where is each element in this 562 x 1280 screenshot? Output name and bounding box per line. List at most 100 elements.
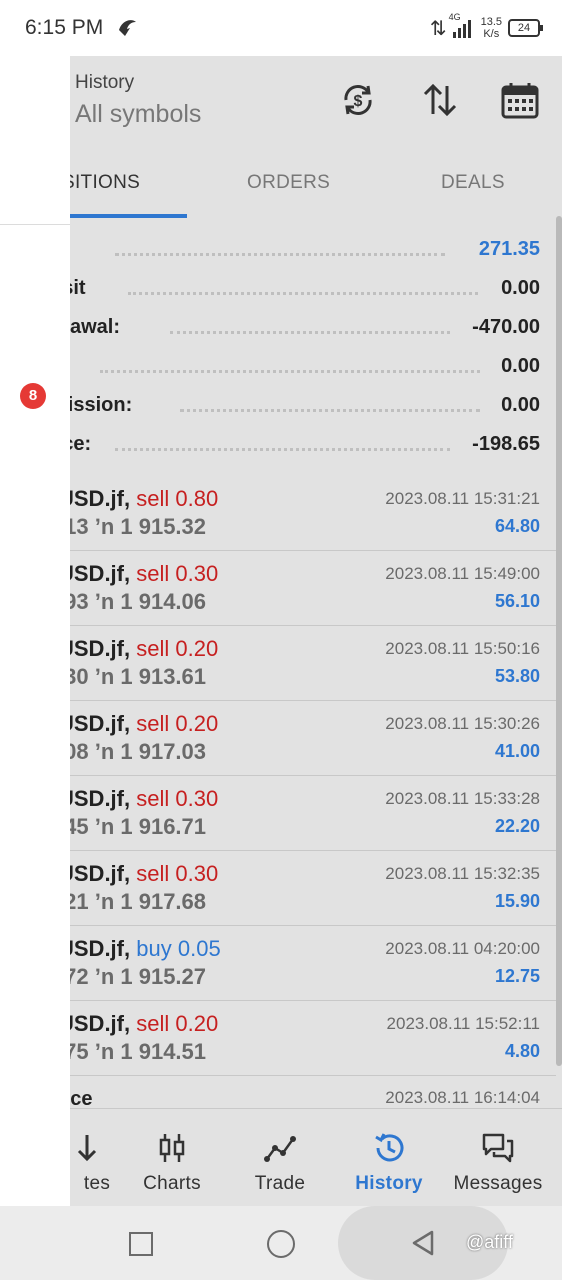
deal-side: sell 0.30 xyxy=(136,861,219,886)
nav-messages[interactable]: Messages xyxy=(444,1109,552,1207)
tab-orders[interactable]: ORDERS xyxy=(247,172,330,194)
deal-row[interactable]: USD.jf, sell 0.80 .13 ʼn 1 915.32 2023.0… xyxy=(70,476,556,551)
summary-value: 271.35 xyxy=(478,238,540,260)
tab-deals[interactable]: DEALS xyxy=(441,172,505,194)
summary-profit: t: 271.35 xyxy=(70,234,540,270)
deal-prices: .30 ʼn 1 913.61 xyxy=(70,664,207,689)
trend-line-icon xyxy=(264,1136,296,1162)
speed-value: 13.5 xyxy=(480,16,502,28)
deal-row[interactable]: USD.jf, sell 0.30 .21 ʼn 1 917.68 2023.0… xyxy=(70,851,556,926)
active-tab-indicator xyxy=(70,214,187,218)
deal-side: sell 0.20 xyxy=(136,1011,219,1036)
dotted-leader xyxy=(115,448,450,451)
summary-label: nce: xyxy=(70,433,92,455)
summary-withdrawal: drawal: -470.00 xyxy=(70,312,540,348)
deal-symbol: USD.jf, buy 0.05 xyxy=(70,936,221,961)
navigation-drawer: 8 xyxy=(0,56,70,1206)
deal-prices: .21 ʼn 1 917.68 xyxy=(70,889,207,914)
deal-symbol: USD.jf, sell 0.80 xyxy=(70,486,219,511)
summary-value: -470.00 xyxy=(472,316,540,338)
calendar-icon[interactable] xyxy=(500,80,540,120)
battery-icon: 24 xyxy=(508,19,543,37)
deal-row[interactable]: USD.jf, sell 0.20 .30 ʼn 1 913.61 2023.0… xyxy=(70,626,556,701)
deal-profit: 22.20 xyxy=(494,816,540,836)
status-indicators: ⇅ 4G 13.5 K/s 24 xyxy=(430,12,543,44)
deal-profit: 4.80 xyxy=(504,1041,540,1061)
deal-prices: .75 ʼn 1 914.51 xyxy=(70,1039,207,1064)
summary-value: 0.00 xyxy=(501,355,540,377)
deal-row[interactable]: USD.jf, sell 0.20 .75 ʼn 1 914.51 2023.0… xyxy=(70,1001,556,1076)
summary-label: mission: xyxy=(70,394,133,416)
deal-profit: 15.90 xyxy=(494,891,540,911)
watermark: @afiff xyxy=(466,1232,513,1252)
summary-commission: mission: 0.00 xyxy=(70,390,540,426)
deal-symbol: USD.jf, sell 0.30 xyxy=(70,786,219,811)
deal-row[interactable]: USD.jf, buy 0.05 .72 ʼn 1 915.27 2023.08… xyxy=(70,926,556,1001)
dotted-leader xyxy=(128,292,478,295)
recents-button[interactable] xyxy=(129,1232,153,1256)
network-type: 4G xyxy=(448,12,461,22)
dotted-leader xyxy=(115,253,445,256)
deal-symbol: USD.jf, sell 0.30 xyxy=(70,861,219,886)
nav-label: Charts xyxy=(143,1173,201,1194)
deal-row[interactable]: USD.jf, sell 0.30 .93 ʼn 1 914.06 2023.0… xyxy=(70,551,556,626)
status-time: 6:15 PM xyxy=(25,16,104,39)
deal-time: 2023.08.11 04:20:00 xyxy=(385,939,540,958)
speed-unit: K/s xyxy=(483,28,500,40)
history-panel: History All symbols $ SITIONS ORDERS DEA… xyxy=(70,56,562,1206)
deal-time: 2023.08.11 16:14:04 xyxy=(385,1088,540,1107)
summary-balance: nce: -198.65 xyxy=(70,429,540,465)
nav-label: History xyxy=(355,1173,423,1194)
nav-history[interactable]: History xyxy=(335,1109,443,1207)
nav-charts[interactable]: Charts xyxy=(118,1109,226,1207)
deal-time: 2023.08.11 15:33:28 xyxy=(385,789,540,808)
deal-prices: .13 ʼn 1 915.32 xyxy=(70,514,207,539)
deal-symbol: USD.jf, sell 0.20 xyxy=(70,1011,219,1036)
deal-side: sell 0.20 xyxy=(136,636,219,661)
deal-profit: 64.80 xyxy=(494,516,540,536)
home-button[interactable] xyxy=(267,1230,295,1258)
deal-prices: .93 ʼn 1 914.06 xyxy=(70,589,207,614)
dotted-leader xyxy=(170,331,450,334)
nav-trade[interactable]: Trade xyxy=(226,1109,334,1207)
deal-row[interactable]: USD.jf, sell 0.30 .45 ʼn 1 916.71 2023.0… xyxy=(70,776,556,851)
sort-icon[interactable] xyxy=(420,80,460,120)
scrollbar[interactable] xyxy=(556,216,562,1066)
back-button[interactable] xyxy=(408,1228,438,1258)
deal-side: sell 0.20 xyxy=(136,711,219,736)
summary-label: osit xyxy=(70,277,86,299)
dotted-leader xyxy=(180,409,480,412)
signal-icon: 4G xyxy=(449,12,475,40)
symbol-filter[interactable]: All symbols xyxy=(75,100,201,129)
deal-symbol: USD.jf, sell 0.20 xyxy=(70,636,219,661)
deal-time: 2023.08.11 15:49:00 xyxy=(385,564,540,583)
deal-prices: .72 ʼn 1 915.27 xyxy=(70,964,207,989)
summary-value: 0.00 xyxy=(501,394,540,416)
drawer-divider xyxy=(0,224,70,225)
tab-positions[interactable]: SITIONS xyxy=(70,172,140,194)
tab-bar: SITIONS ORDERS DEALS xyxy=(70,156,562,220)
deal-time: 2023.08.11 15:30:26 xyxy=(385,714,540,733)
page-title: History xyxy=(75,72,135,93)
summary-label: drawal: xyxy=(70,316,121,338)
deal-profit: 53.80 xyxy=(494,666,540,686)
history-icon xyxy=(375,1133,404,1162)
candlestick-icon xyxy=(159,1134,185,1162)
summary-value: -198.65 xyxy=(472,433,540,455)
svg-text:$: $ xyxy=(354,93,363,110)
deal-row[interactable]: USD.jf, sell 0.20 .08 ʼn 1 917.03 2023.0… xyxy=(70,701,556,776)
deal-symbol: USD.jf, sell 0.20 xyxy=(70,711,219,736)
summary-value: 0.00 xyxy=(501,277,540,299)
deal-profit: 41.00 xyxy=(494,741,540,761)
nav-label: Trade xyxy=(254,1173,306,1194)
sync-currency-icon[interactable]: $ xyxy=(338,80,378,120)
notification-badge[interactable]: 8 xyxy=(20,383,46,409)
app-notification-icon xyxy=(119,20,136,36)
messages-icon xyxy=(482,1133,514,1163)
deal-side: buy 0.05 xyxy=(136,936,221,961)
quotes-icon xyxy=(77,1135,97,1162)
summary-deposit: osit 0.00 xyxy=(70,273,540,309)
summary-swap: ): 0.00 xyxy=(70,351,540,387)
deal-symbol: USD.jf, sell 0.30 xyxy=(70,561,219,586)
deal-side: sell 0.80 xyxy=(136,486,219,511)
